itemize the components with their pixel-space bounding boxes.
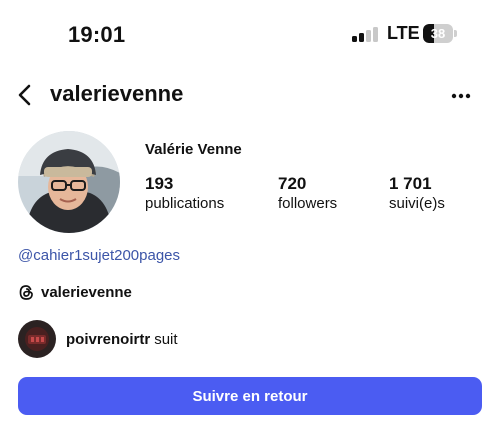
stat-label: publications	[145, 195, 225, 212]
profile-full-name: Valérie Venne	[145, 141, 242, 158]
stat-followers[interactable]: 720 followers	[278, 174, 337, 212]
status-time: 19:01	[68, 22, 126, 47]
signal-bar	[366, 30, 371, 42]
followed-by-row[interactable]: poivrenoirtr suit	[18, 320, 178, 358]
signal-icon	[352, 26, 378, 42]
page-title: valerievenne	[50, 81, 184, 106]
avatar[interactable]	[18, 131, 120, 233]
follow-back-button[interactable]: Suivre en retour	[18, 377, 482, 415]
profile-header: valerievenne	[0, 76, 500, 116]
status-bar: 19:01 LTE 38	[0, 0, 500, 64]
follower-avatar	[18, 320, 56, 358]
threads-icon	[18, 284, 35, 301]
battery-level: 38	[430, 26, 446, 41]
network-type: LTE	[387, 23, 420, 43]
threads-badge[interactable]: valerievenne	[18, 282, 132, 302]
stat-publications[interactable]: 193 publications	[145, 174, 224, 212]
stat-label: suivi(e)s	[389, 195, 445, 212]
profile-link[interactable]: @cahier1sujet200pages	[18, 247, 180, 264]
battery-icon: 38	[423, 24, 457, 43]
ellipsis-icon[interactable]	[446, 84, 476, 108]
stat-label: followers	[278, 195, 338, 212]
signal-bar	[373, 27, 378, 42]
stat-value: 1 701	[389, 174, 432, 193]
stat-following[interactable]: 1 701 suivi(e)s	[389, 174, 445, 212]
follower-name: poivrenoirtr	[66, 330, 151, 348]
stat-value: 193	[145, 174, 174, 193]
chevron-left-icon[interactable]	[12, 81, 40, 109]
stat-value: 720	[278, 174, 307, 193]
signal-bar	[359, 33, 364, 42]
threads-handle: valerievenne	[41, 283, 132, 301]
signal-bar	[352, 36, 357, 42]
follower-suffix: suit	[154, 330, 178, 348]
